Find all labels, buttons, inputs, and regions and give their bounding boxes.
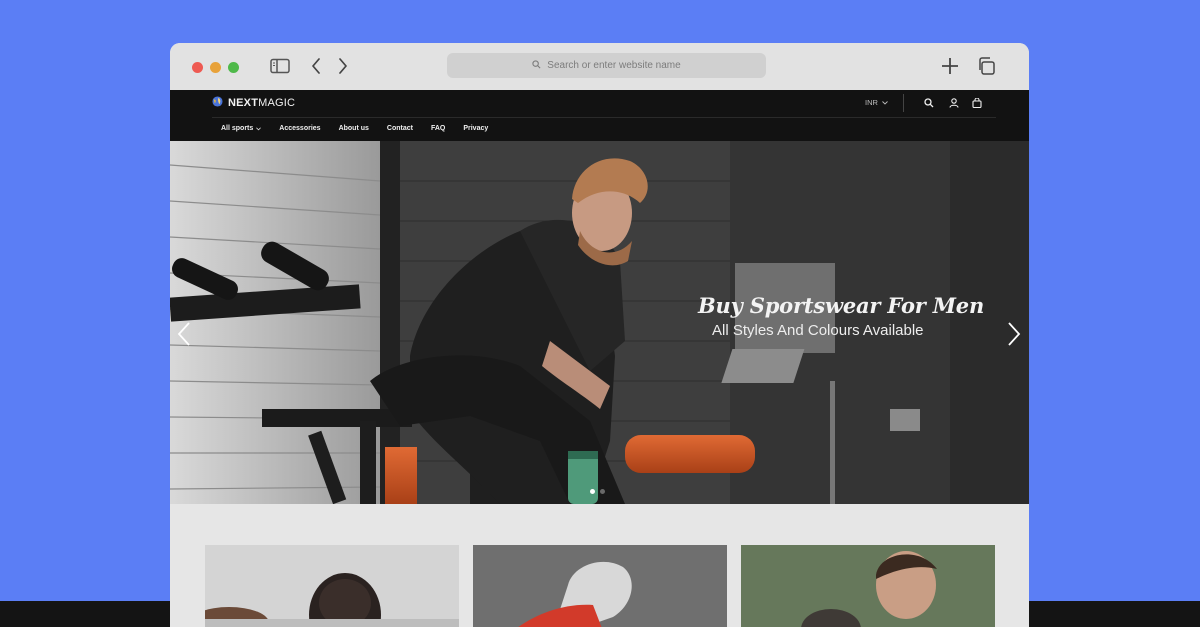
site-header: NEXTMAGIC INR All sports Accessories Abo… — [170, 90, 1029, 141]
chevron-down-icon — [256, 126, 262, 131]
new-tab-icon[interactable] — [940, 56, 960, 76]
menu-item-faq[interactable]: FAQ — [431, 125, 445, 132]
maximize-window-button[interactable] — [228, 62, 239, 73]
close-window-button[interactable] — [192, 62, 203, 73]
category-image — [741, 545, 995, 627]
minimize-window-button[interactable] — [210, 62, 221, 73]
menu-item-all-sports[interactable]: All sports — [221, 125, 262, 132]
menu-item-contact[interactable]: Contact — [387, 125, 413, 132]
browser-window: Search or enter website name NEXTMAGIC I… — [170, 43, 1029, 627]
back-icon[interactable] — [309, 56, 323, 76]
category-card[interactable] — [741, 545, 995, 627]
slide-dot[interactable] — [590, 489, 595, 494]
account-icon[interactable] — [947, 96, 961, 110]
hero-title: Buy Sportswear For Men — [698, 293, 985, 318]
search-icon[interactable] — [922, 96, 936, 110]
hero-caption: Buy Sportswear For Men All Styles And Co… — [698, 293, 984, 339]
globe-icon — [212, 96, 223, 110]
category-image — [205, 545, 459, 627]
currency-label: INR — [865, 98, 878, 107]
slide-dot[interactable] — [600, 489, 605, 494]
sidebar-icon[interactable] — [270, 56, 290, 76]
slide-prev-arrow-icon[interactable] — [176, 320, 192, 348]
category-image — [473, 545, 727, 627]
search-icon — [532, 59, 541, 72]
main-menu: All sports Accessories About us Contact … — [221, 125, 488, 132]
address-bar[interactable]: Search or enter website name — [447, 53, 766, 78]
address-bar-placeholder: Search or enter website name — [547, 60, 681, 71]
hero-subtitle: All Styles And Colours Available — [712, 322, 924, 339]
category-card[interactable] — [473, 545, 727, 627]
category-grid — [205, 545, 995, 627]
logo-text-light: MAGIC — [258, 97, 296, 109]
menu-item-accessories[interactable]: Accessories — [279, 125, 320, 132]
menu-item-about-us[interactable]: About us — [339, 125, 369, 132]
header-rule — [212, 117, 996, 118]
hero-slideshow: Buy Sportswear For Men All Styles And Co… — [170, 141, 1029, 504]
slide-pagination — [590, 489, 605, 494]
site-logo[interactable]: NEXTMAGIC — [212, 96, 295, 110]
category-card[interactable] — [205, 545, 459, 627]
cart-icon[interactable] — [970, 96, 984, 110]
currency-selector[interactable]: INR — [865, 98, 888, 107]
forward-icon[interactable] — [336, 56, 350, 76]
browser-toolbar: Search or enter website name — [170, 43, 1029, 90]
slide-next-arrow-icon[interactable] — [1006, 320, 1022, 348]
menu-item-privacy[interactable]: Privacy — [463, 125, 488, 132]
website: NEXTMAGIC INR All sports Accessories Abo… — [170, 90, 1029, 627]
chevron-down-icon — [882, 98, 888, 107]
logo-text-bold: NEXT — [228, 97, 259, 109]
tabs-overview-icon[interactable] — [976, 56, 996, 76]
header-divider — [903, 94, 904, 112]
